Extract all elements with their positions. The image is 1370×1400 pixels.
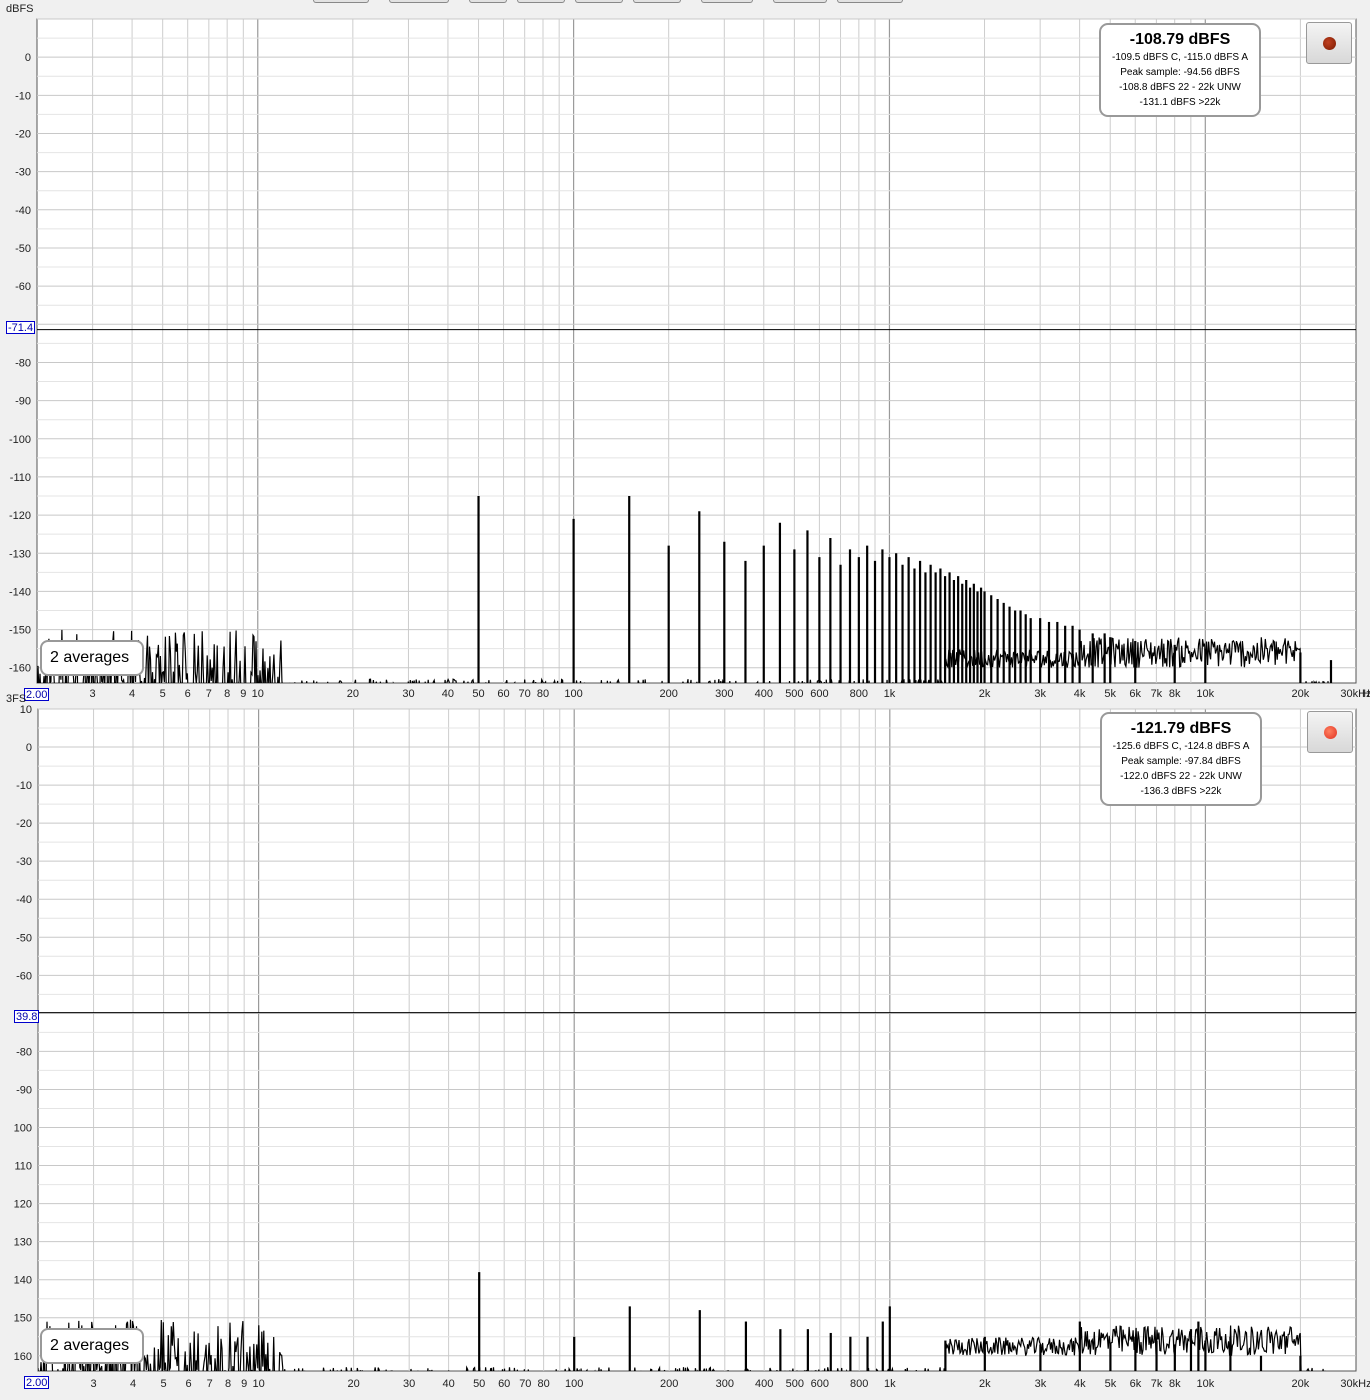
x-tick-label: 5k (1105, 1378, 1117, 1390)
x-start-label[interactable]: 2.00 (24, 1376, 50, 1389)
y-tick-label: -140 (9, 586, 31, 598)
y-tick-label: -110 (10, 472, 31, 484)
averages-badge: 2 averages (40, 640, 144, 676)
y-tick-label: -80 (15, 357, 31, 369)
y-tick-label: -90 (15, 396, 31, 408)
y-tick-label: -60 (16, 970, 32, 982)
y-tick-label: -10 (16, 780, 32, 792)
x-tick-label: 200 (660, 1378, 678, 1390)
peak-sample: Peak sample: -94.56 dBFS (1120, 67, 1240, 78)
y-tick-label: -120 (9, 510, 31, 522)
level-unweighted: -122.0 dBFS 22 - 22k UNW (1120, 771, 1242, 782)
x-tick-label: 300 (716, 1378, 734, 1390)
y-tick-label: -50 (16, 932, 32, 944)
x-tick-label: 80 (537, 1378, 549, 1390)
y-tick-label: 0 (25, 52, 31, 64)
x-tick-label: 70 (519, 1378, 531, 1390)
x-tick-label: 800 (850, 1378, 868, 1390)
y-tick-label: 160 (14, 1351, 32, 1363)
y-unit-label: dBFS (6, 3, 34, 15)
y-tick-label: -10 (15, 90, 31, 102)
y-unit-label: 3FS (6, 693, 26, 705)
y-tick-label: 140 (14, 1275, 32, 1287)
level-info-box: -108.79 dBFS -109.5 dBFS C, -115.0 dBFS … (1099, 23, 1261, 117)
record-icon (1324, 726, 1337, 739)
x-tick-label: 50 (473, 1378, 485, 1390)
cursor-level-label[interactable]: 39.8 (14, 1010, 40, 1023)
top-spectrum-panel: 0 -10 -20 -30 -40 -50 -60 -80 -90 -100 -110 -120 -13… (0, 0, 1370, 701)
record-button[interactable] (1306, 22, 1352, 64)
x-tick-label: 4 (130, 1378, 136, 1390)
x-tick-label: 5 (161, 1378, 167, 1390)
x-tick-label: 7 (207, 1378, 213, 1390)
y-tick-label: -40 (15, 205, 31, 217)
x-tick-label: 40 (442, 1378, 454, 1390)
level-info-box: -121.79 dBFS -125.6 dBFS C, -124.8 dBFS … (1100, 712, 1262, 806)
y-tick-label: -80 (16, 1046, 32, 1058)
y-tick-label: 110 (14, 1161, 32, 1173)
x-tick-label: 1k (884, 1378, 896, 1390)
y-tick-label: 130 (14, 1237, 32, 1249)
x-tick-label: 10k (1197, 1378, 1215, 1390)
x-tick-label: 10 (252, 1378, 264, 1390)
y-tick-label: 100 (14, 1123, 32, 1135)
x-tick-label: 8k (1169, 1378, 1181, 1390)
x-tick-label: 3 (91, 1378, 97, 1390)
y-tick-label: -100 (9, 434, 31, 446)
x-tick-label: 30 (403, 1378, 415, 1390)
x-tick-label: 6k (1130, 1378, 1142, 1390)
level-above-22k: -131.1 dBFS >22k (1139, 97, 1221, 108)
x-tick-label: 3k (1035, 1378, 1047, 1390)
x-tick-label: 4k (1074, 1378, 1086, 1390)
y-tick-label: -50 (15, 243, 31, 255)
peak-sample: Peak sample: -97.84 dBFS (1121, 756, 1241, 767)
x-tick-label: 6 (186, 1378, 192, 1390)
y-tick-label: 10 (20, 704, 32, 716)
x-tick-label: 60 (498, 1378, 510, 1390)
level-main-value: -121.79 dBFS (1130, 720, 1232, 737)
x-tick-label: 8 (225, 1378, 231, 1390)
y-tick-label: -30 (16, 856, 32, 868)
level-above-22k: -136.3 dBFS >22k (1140, 786, 1222, 797)
x-tick-label: 30kHz (1340, 1378, 1370, 1390)
x-tick-label: 600 (811, 1378, 829, 1390)
y-tick-label: -130 (9, 548, 31, 560)
level-unweighted: -108.8 dBFS 22 - 22k UNW (1119, 82, 1241, 93)
x-tick-label: 400 (755, 1378, 773, 1390)
cursor-level-label[interactable]: -71.4 (6, 321, 36, 334)
x-tick-label: 2k (979, 1378, 991, 1390)
plot-area (37, 708, 1357, 1372)
x-tick-label: 20 (347, 1378, 359, 1390)
level-main-value: -108.79 dBFS (1129, 31, 1231, 48)
x-tick-label: 500 (786, 1378, 804, 1390)
y-tick-label: -20 (16, 818, 32, 830)
bottom-spectrum-panel: 10 0 -10 -20 -30 -40 -50 -60 -80 -90 100 110 120 130 1… (0, 690, 1370, 1400)
y-tick-label: 0 (26, 742, 32, 754)
x-tick-label: 7k (1151, 1378, 1163, 1390)
y-tick-label: 120 (14, 1199, 32, 1211)
y-tick-label: -40 (16, 894, 32, 906)
y-tick-label: -30 (15, 167, 31, 179)
x-tick-label: 9 (241, 1378, 247, 1390)
x-tick-label: 100 (565, 1378, 583, 1390)
y-tick-label: -90 (16, 1084, 32, 1096)
level-weighted: -125.6 dBFS C, -124.8 dBFS A (1112, 741, 1250, 752)
y-tick-label: -60 (15, 281, 31, 293)
record-icon (1323, 37, 1336, 50)
y-tick-label: 150 (14, 1313, 32, 1325)
averages-badge: 2 averages (40, 1328, 144, 1364)
level-weighted: -109.5 dBFS C, -115.0 dBFS A (1112, 52, 1248, 63)
x-tick-label: 20k (1292, 1378, 1310, 1390)
y-tick-label: -150 (9, 625, 31, 637)
y-tick-label: -20 (15, 128, 31, 140)
plot-area (36, 18, 1357, 684)
y-tick-label: -160 (9, 663, 31, 675)
record-button[interactable] (1307, 711, 1353, 753)
